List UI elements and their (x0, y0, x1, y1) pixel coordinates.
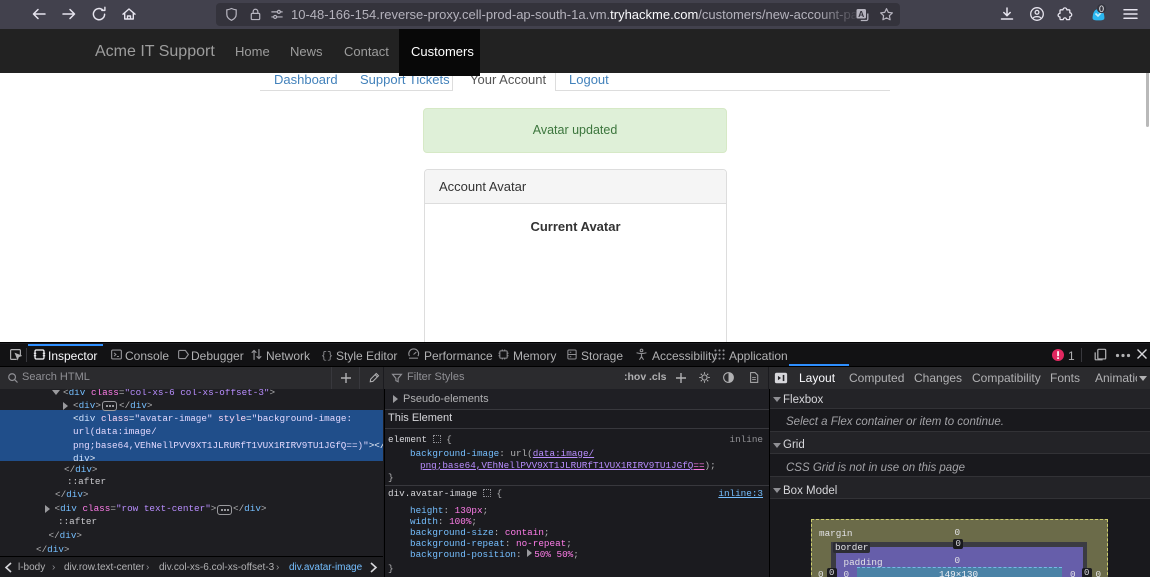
svg-text:A: A (858, 9, 864, 19)
svg-text:{}: {} (321, 350, 333, 361)
svg-text:0: 0 (1099, 4, 1104, 14)
